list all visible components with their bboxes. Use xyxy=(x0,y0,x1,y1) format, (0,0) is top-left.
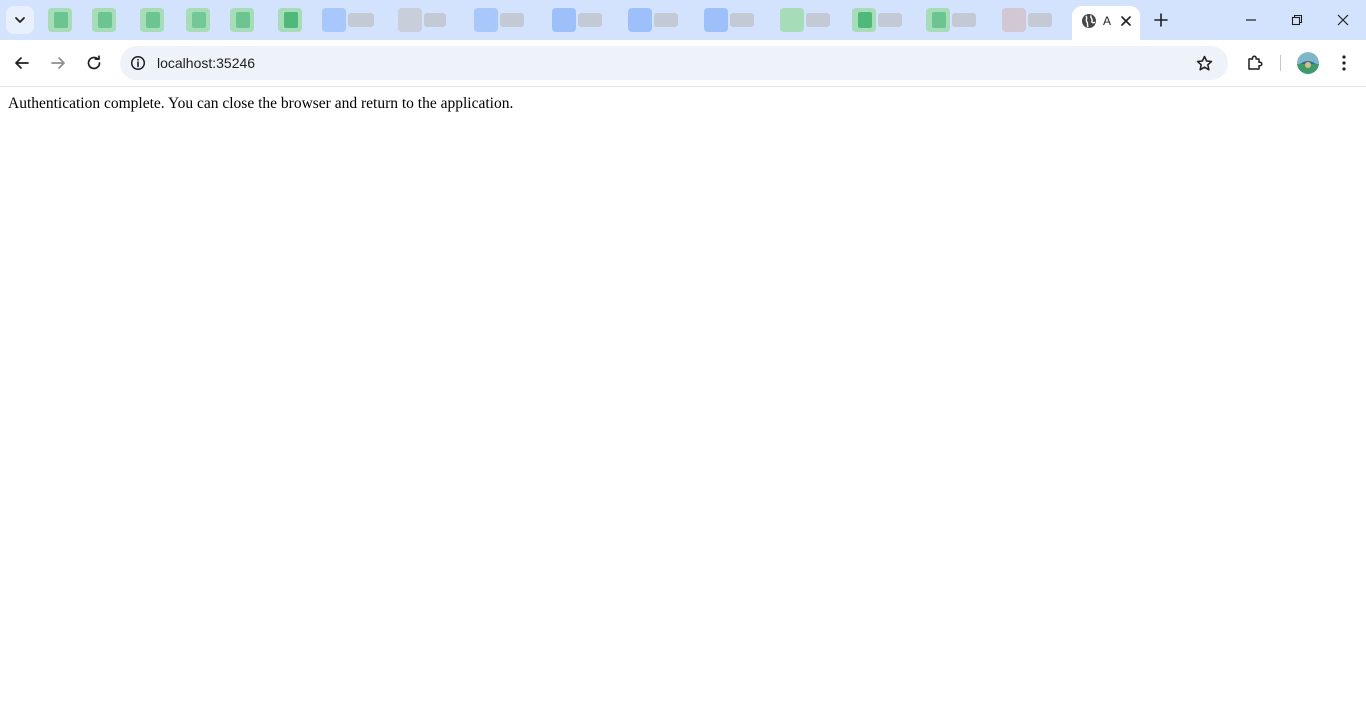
tab-favicon xyxy=(474,8,498,32)
tab-title-blurred xyxy=(806,13,830,27)
forward-button[interactable] xyxy=(45,50,71,76)
avatar[interactable] xyxy=(1297,52,1319,74)
new-tab-button[interactable] xyxy=(1150,9,1172,31)
tab-title: A xyxy=(1103,14,1112,28)
tab-favicon xyxy=(322,8,346,32)
extensions-button[interactable] xyxy=(1242,50,1268,76)
tab-background[interactable] xyxy=(316,4,380,36)
tab-favicon xyxy=(54,12,68,28)
tab-search-button[interactable] xyxy=(6,6,34,34)
kebab-menu-icon xyxy=(1342,55,1346,71)
tab-favicon xyxy=(704,8,728,32)
bookmark-button[interactable] xyxy=(1194,53,1214,73)
tab-background[interactable] xyxy=(272,4,312,36)
address-bar[interactable]: localhost:35246 xyxy=(120,46,1228,80)
restore-icon xyxy=(1291,14,1303,26)
authentication-message: Authentication complete. You can close t… xyxy=(8,95,514,112)
browser-toolbar: localhost:35246 xyxy=(0,40,1366,87)
arrow-right-icon xyxy=(51,57,65,69)
tab-favicon xyxy=(780,8,804,32)
reload-icon xyxy=(87,55,101,70)
toolbar-divider xyxy=(1280,55,1281,71)
tab-background[interactable] xyxy=(996,4,1060,36)
puzzle-icon xyxy=(1248,55,1263,70)
arrow-left-icon xyxy=(15,57,29,69)
site-info-button[interactable] xyxy=(128,53,148,73)
tab-background[interactable] xyxy=(622,4,686,36)
tab-favicon xyxy=(192,12,206,28)
tab-favicon xyxy=(398,8,422,32)
address-bar-url[interactable]: localhost:35246 xyxy=(157,55,255,71)
tab-background[interactable] xyxy=(224,4,264,36)
tab-background[interactable] xyxy=(392,4,456,36)
reload-button[interactable] xyxy=(81,50,107,76)
star-icon xyxy=(1196,55,1212,71)
tab-active[interactable]: A xyxy=(1072,6,1140,40)
page-content: Authentication complete. You can close t… xyxy=(0,87,1366,728)
tab-background[interactable] xyxy=(86,4,126,36)
tab-background[interactable] xyxy=(180,4,220,36)
tab-favicon xyxy=(552,8,576,32)
tab-favicon xyxy=(98,12,112,28)
tab-favicon xyxy=(236,12,250,28)
tab-title-blurred xyxy=(500,13,524,27)
globe-icon xyxy=(1082,14,1096,28)
tab-title-blurred xyxy=(348,13,374,27)
tab-favicon xyxy=(146,12,160,28)
profile-avatar-image xyxy=(1297,52,1319,74)
tab-favicon xyxy=(858,12,872,28)
close-icon xyxy=(1121,16,1131,26)
tab-background[interactable] xyxy=(134,4,174,36)
tab-favicon xyxy=(284,12,298,28)
tab-background[interactable] xyxy=(42,4,82,36)
tab-strip: A xyxy=(0,0,1366,40)
tab-background[interactable] xyxy=(468,4,532,36)
back-button[interactable] xyxy=(9,50,35,76)
tab-close-button[interactable] xyxy=(1116,11,1136,31)
chevron-down-icon xyxy=(15,17,25,23)
minimize-icon xyxy=(1246,19,1256,21)
tab-background[interactable] xyxy=(698,4,762,36)
info-icon xyxy=(130,55,146,71)
minimize-button[interactable] xyxy=(1228,0,1274,40)
tab-background[interactable] xyxy=(846,4,910,36)
tab-title-blurred xyxy=(578,13,602,27)
browser-menu-button[interactable] xyxy=(1332,50,1356,76)
restore-button[interactable] xyxy=(1274,0,1320,40)
tab-background[interactable] xyxy=(920,4,984,36)
tab-background[interactable] xyxy=(546,4,610,36)
plus-icon xyxy=(1154,13,1168,27)
tab-title-blurred xyxy=(654,13,678,27)
tab-title-blurred xyxy=(730,13,754,27)
close-icon xyxy=(1337,14,1349,26)
tab-favicon xyxy=(932,12,946,28)
tab-favicon xyxy=(1002,8,1026,32)
close-window-button[interactable] xyxy=(1320,0,1366,40)
tab-background[interactable] xyxy=(774,4,838,36)
tab-title-blurred xyxy=(1028,13,1052,27)
tab-favicon xyxy=(628,8,652,32)
tab-title-blurred xyxy=(878,13,902,27)
tab-title-blurred xyxy=(952,13,976,27)
tab-title-blurred xyxy=(424,13,446,27)
